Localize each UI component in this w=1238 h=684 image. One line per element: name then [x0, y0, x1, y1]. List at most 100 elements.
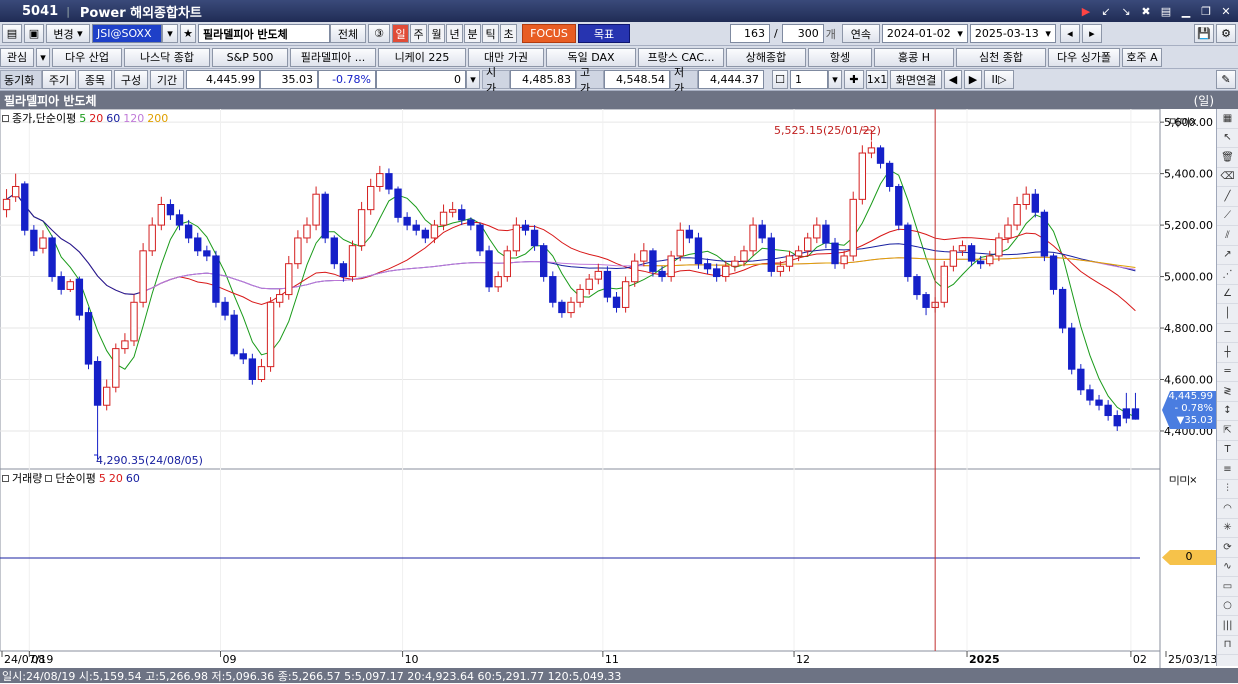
- one-by-one-button[interactable]: 1x1: [866, 70, 888, 89]
- tool-line-icon[interactable]: ╱: [1217, 187, 1238, 207]
- window-menu-icon[interactable]: ▤: [1158, 3, 1174, 19]
- volume-dropdown-icon[interactable]: ▾: [466, 70, 480, 89]
- screen-icon[interactable]: ▣: [24, 24, 44, 43]
- index-button-2[interactable]: S&P 500: [212, 47, 288, 67]
- tool-wave-icon[interactable]: ∿: [1217, 558, 1238, 577]
- tool-arrow-icon[interactable]: ⇱: [1217, 421, 1238, 441]
- tool-trend-icon[interactable]: ⟋: [1217, 207, 1238, 226]
- index-button-0[interactable]: 다우 산업: [52, 47, 122, 67]
- period-0[interactable]: 일: [392, 24, 409, 43]
- tool-parallel-icon[interactable]: ═: [1217, 363, 1238, 382]
- period-3[interactable]: 년: [446, 24, 463, 43]
- tool-fib-fan-icon[interactable]: ⫶: [1217, 480, 1238, 499]
- calendar-dropdown-icon-2: ▾: [1045, 27, 1051, 40]
- continuous-button[interactable]: 연속: [841, 24, 880, 43]
- volume-pane-controls[interactable]: ㅁ|ㅁ|×: [1168, 471, 1198, 486]
- item-button[interactable]: 종목: [78, 70, 112, 89]
- focus-button[interactable]: FOCUS: [522, 24, 576, 43]
- tool-circle-icon[interactable]: ○: [1217, 597, 1238, 616]
- tool-delete-icon[interactable]: 🗑: [1217, 148, 1238, 168]
- next-range-icon[interactable]: ▸: [1081, 24, 1102, 43]
- legend-box-icon[interactable]: [2, 114, 9, 122]
- symbol-input[interactable]: JSI@SOXX: [92, 24, 162, 43]
- index-button-4[interactable]: 니케이 225: [378, 47, 466, 67]
- index-button-5[interactable]: 대만 가권: [468, 47, 544, 67]
- pane-controls[interactable]: ㅁ|ㅁ|×: [1168, 113, 1198, 128]
- watchlist-dropdown-icon[interactable]: ▾: [36, 47, 50, 67]
- tool-ray-icon[interactable]: ↗: [1217, 246, 1238, 265]
- tool-eraser-icon[interactable]: ⌫: [1217, 168, 1238, 187]
- candle-body-99: [904, 224, 912, 278]
- save-icon[interactable]: 💾: [1194, 24, 1214, 43]
- list-icon[interactable]: ▤: [2, 24, 22, 43]
- pin-icon[interactable]: ✖: [1138, 3, 1154, 19]
- spin-input[interactable]: 1: [790, 70, 828, 89]
- tool-cycle-icon[interactable]: ⟳: [1217, 538, 1238, 558]
- tool-gann-icon[interactable]: ✳: [1217, 519, 1238, 538]
- sync-label[interactable]: 동기화: [0, 70, 42, 89]
- spin-dropdown-icon[interactable]: ▾: [828, 70, 842, 89]
- crosshair-icon[interactable]: ✚: [844, 70, 864, 89]
- screen-link-button[interactable]: 화면연결: [890, 70, 942, 89]
- checkbox-icon[interactable]: ☐: [772, 70, 788, 89]
- price-chart[interactable]: 5,600.005,400.005,200.005,000.004,800.00…: [0, 109, 1216, 668]
- config-button[interactable]: 구성: [114, 70, 148, 89]
- tool-shape-icon[interactable]: ▭: [1217, 577, 1238, 597]
- period-1[interactable]: 주: [410, 24, 427, 43]
- tool-zigzag-icon[interactable]: ≷: [1217, 382, 1238, 402]
- period-4[interactable]: 분: [464, 24, 481, 43]
- minimize-icon[interactable]: ▁: [1178, 3, 1194, 19]
- target-button[interactable]: 목표: [578, 24, 630, 43]
- tool-text-icon[interactable]: T: [1217, 441, 1238, 460]
- scroll-right-icon[interactable]: ▶: [964, 70, 982, 89]
- index-button-11[interactable]: 심천 종합: [956, 47, 1046, 67]
- period-button[interactable]: 주기: [42, 70, 76, 89]
- index-button-9[interactable]: 항셍: [808, 47, 872, 67]
- index-button-3[interactable]: 필라델피아 ...: [290, 47, 376, 67]
- index-button-10[interactable]: 홍콩 H: [874, 47, 954, 67]
- index-button-13[interactable]: 호주 A: [1122, 47, 1162, 67]
- close-icon[interactable]: ✕: [1218, 3, 1234, 19]
- tool-angle-icon[interactable]: ∠: [1217, 285, 1238, 304]
- legend-box-icon-2[interactable]: [2, 474, 9, 482]
- scroll-left-icon[interactable]: ◀: [944, 70, 962, 89]
- tool-horizontal-icon[interactable]: ─: [1217, 324, 1238, 343]
- symbol-dropdown-icon[interactable]: ▾: [162, 24, 178, 43]
- legend-box-icon-3[interactable]: [45, 474, 53, 482]
- tool-magnet-icon[interactable]: ⊓: [1217, 636, 1238, 655]
- period-2[interactable]: 월: [428, 24, 445, 43]
- index-button-12[interactable]: 다우 싱가폴: [1048, 47, 1120, 67]
- tool-fib-icon[interactable]: ≡: [1217, 460, 1238, 480]
- arrow-sw-icon[interactable]: ↙: [1098, 3, 1114, 19]
- star-icon[interactable]: ★: [180, 24, 196, 43]
- tool-channel-icon[interactable]: ⫽: [1217, 226, 1238, 246]
- maximize-icon[interactable]: ❐: [1198, 3, 1214, 19]
- index-button-1[interactable]: 나스닥 종합: [124, 47, 210, 67]
- period-5[interactable]: 틱: [482, 24, 499, 43]
- pause-play-icon[interactable]: II▷: [984, 70, 1014, 89]
- period-6[interactable]: 초: [500, 24, 517, 43]
- tool-bars-icon[interactable]: |||: [1217, 616, 1238, 636]
- arrow-se-icon[interactable]: ↘: [1118, 3, 1134, 19]
- flag-icon[interactable]: ▶: [1078, 3, 1094, 19]
- date-to-input[interactable]: 2025-03-13 ▾: [969, 24, 1056, 43]
- tool-fan-icon[interactable]: ⋰: [1217, 265, 1238, 285]
- term-button[interactable]: 기간: [150, 70, 184, 89]
- option-3-button[interactable]: ③: [368, 24, 390, 43]
- change-button[interactable]: 변경 ▾: [46, 24, 90, 43]
- total-input[interactable]: 300: [781, 24, 824, 43]
- settings-icon[interactable]: ⚙: [1216, 24, 1236, 43]
- tool-measure-icon[interactable]: ↕: [1217, 402, 1238, 421]
- watchlist-button[interactable]: 관심: [0, 47, 34, 67]
- date-from-input[interactable]: 2024-01-02 ▾: [881, 24, 968, 43]
- tool-vertical-icon[interactable]: │: [1217, 304, 1238, 324]
- prev-range-icon[interactable]: ◂: [1059, 24, 1080, 43]
- tool-grid-icon[interactable]: ▦: [1217, 109, 1238, 129]
- count-input[interactable]: 163: [730, 24, 770, 43]
- tool-cursor-icon[interactable]: ↖: [1217, 129, 1238, 148]
- index-button-8[interactable]: 상해종합: [726, 47, 806, 67]
- tool-fib-arc-icon[interactable]: ◠: [1217, 499, 1238, 519]
- all-button[interactable]: 전체: [330, 24, 366, 43]
- pen-icon[interactable]: ✎: [1216, 70, 1236, 89]
- tool-cross-icon[interactable]: ┼: [1217, 343, 1238, 363]
